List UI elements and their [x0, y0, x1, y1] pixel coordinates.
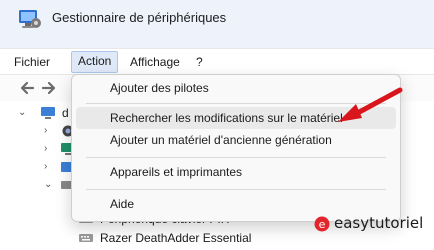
chevron-down-icon[interactable]: ⌄ — [18, 105, 28, 121]
window-title: Gestionnaire de périphériques — [52, 10, 227, 25]
title-bar: Gestionnaire de périphériques — [0, 0, 434, 48]
menu-item-devices-printers[interactable]: Appareils et imprimantes — [76, 161, 396, 183]
menu-divider — [86, 189, 386, 190]
chevron-right-icon[interactable]: › — [44, 159, 54, 175]
chevron-right-icon[interactable]: › — [44, 123, 54, 139]
menu-item-label: Rechercher les modifications sur le maté… — [110, 111, 343, 125]
svg-text:e: e — [319, 218, 326, 231]
device-manager-icon — [19, 10, 41, 28]
tree-root-label: d — [62, 106, 69, 120]
easytutoriel-logo-icon: e — [314, 216, 330, 232]
back-arrow-icon[interactable] — [18, 79, 36, 97]
menu-help[interactable]: ? — [190, 52, 209, 72]
menu-item-label: Ajouter un matériel d'ancienne génératio… — [110, 133, 332, 147]
chevron-down-icon[interactable]: ⌄ — [44, 177, 54, 193]
chevron-right-icon[interactable]: › — [44, 141, 54, 157]
menu-action[interactable]: Action — [71, 51, 119, 73]
annotation-arrow-icon — [338, 87, 403, 122]
menu-bar: Fichier Action Affichage ? — [0, 48, 434, 75]
tree-row-label: Razer DeathAdder Essential — [100, 231, 252, 245]
menu-item-label: Appareils et imprimantes — [110, 165, 243, 179]
keyboard-icon — [79, 234, 93, 242]
menu-affichage[interactable]: Affichage — [124, 52, 186, 72]
menu-item-label: Aide — [110, 197, 135, 211]
forward-arrow-icon[interactable] — [40, 79, 58, 97]
menu-item-add-legacy-hardware[interactable]: Ajouter un matériel d'ancienne génératio… — [76, 129, 396, 151]
menu-item-label: Ajouter des pilotes — [110, 81, 209, 95]
watermark-text: easytutoriel — [334, 214, 424, 232]
menu-item-help[interactable]: Aide — [76, 193, 396, 215]
menu-fichier[interactable]: Fichier — [8, 52, 56, 72]
menu-divider — [86, 157, 386, 158]
computer-icon — [41, 107, 55, 119]
